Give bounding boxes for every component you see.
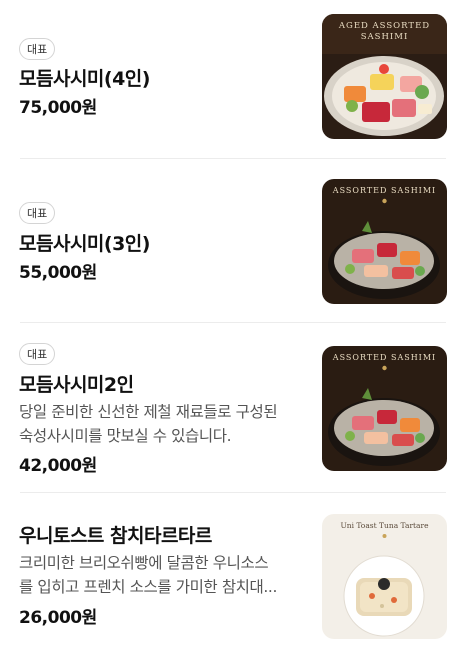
photo-title-line-1: AGED ASSORTED (338, 21, 430, 31)
photo-title: Uni Toast Tuna Tartare (340, 521, 429, 530)
menu-item-name: 모듬사시미2인 (19, 374, 134, 396)
signature-badge: 대표 (19, 202, 56, 224)
menu-item-price: 42,000원 (19, 456, 97, 476)
menu-item-description-line-2: 숙성사시미를 맛보실 수 있습니다. (19, 427, 232, 445)
menu-item-assorted-sashimi-2[interactable]: 대표 모듬사시미2인 당일 준비한 신선한 제철 재료들로 구성된 숙성사시미를… (0, 323, 466, 492)
menu-item-price: 26,000원 (19, 608, 97, 628)
menu-item-uni-toast-tuna-tartare[interactable]: 우니토스트 참치타르타르 크리미한 브리오쉬빵에 달콤한 우니소스 를 입히고 … (0, 493, 466, 651)
menu-item-photo[interactable]: ASSORTED SASHIMI (322, 179, 447, 304)
menu-item-photo[interactable]: Uni Toast Tuna Tartare (322, 514, 447, 639)
menu-item-photo[interactable]: AGED ASSORTED SASHIMI (322, 14, 447, 139)
menu-item-assorted-sashimi-4[interactable]: 대표 모듬사시미(4인) 75,000원 AGED ASSORTED SASHI… (0, 0, 466, 158)
menu-item-price: 75,000원 (19, 98, 97, 118)
menu-item-description-line-1: 크리미한 브리오쉬빵에 달콤한 우니소스 (19, 554, 269, 572)
photo-title: ASSORTED SASHIMI (332, 186, 436, 195)
menu-item-description-line-2: 를 입히고 프렌치 소스를 가미한 참치대... (19, 578, 277, 596)
photo-title: ASSORTED SASHIMI (332, 353, 436, 362)
menu-item-name: 우니토스트 참치타르타르 (19, 525, 212, 547)
menu-item-name: 모듬사시미(3인) (19, 233, 150, 255)
menu-item-description-line-1: 당일 준비한 신선한 제철 재료들로 구성된 (19, 403, 278, 421)
photo-title-line-2: SASHIMI (361, 32, 409, 42)
signature-badge: 대표 (19, 38, 56, 60)
menu-item-price: 55,000원 (19, 263, 97, 283)
menu-item-photo[interactable]: ASSORTED SASHIMI (322, 346, 447, 471)
menu-item-name: 모듬사시미(4인) (19, 68, 150, 90)
signature-badge: 대표 (19, 343, 56, 365)
menu-list: 대표 모듬사시미(4인) 75,000원 AGED ASSORTED SASHI… (0, 0, 466, 651)
menu-item-assorted-sashimi-3[interactable]: 대표 모듬사시미(3인) 55,000원 ASSORTED SASHIMI (0, 159, 466, 322)
